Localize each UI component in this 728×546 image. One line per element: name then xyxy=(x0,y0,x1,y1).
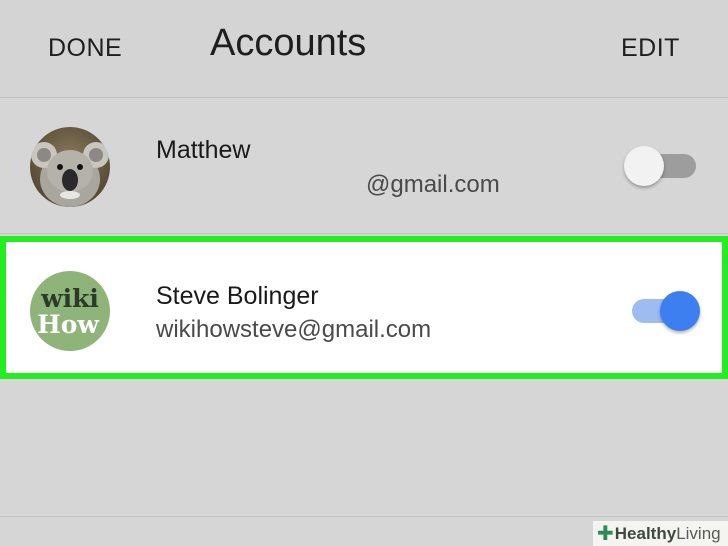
toggle-knob xyxy=(624,146,664,186)
page-title: Accounts xyxy=(210,22,367,64)
account-toggle-off[interactable] xyxy=(624,141,698,191)
divider xyxy=(0,516,728,517)
watermark-logo: ✚ Healthy Living xyxy=(593,521,728,546)
watermark-word-2: Living xyxy=(676,523,721,543)
account-name: Steve Bolinger xyxy=(156,282,319,310)
plus-icon: ✚ xyxy=(597,523,614,545)
done-button[interactable]: DONE xyxy=(48,34,122,63)
watermark-word-1: Healthy xyxy=(614,523,677,543)
account-email: @gmail.com xyxy=(366,171,500,198)
app-header: DONE Accounts EDIT xyxy=(0,0,728,98)
account-toggle-on[interactable] xyxy=(628,286,702,336)
account-name: Matthew xyxy=(156,136,251,164)
wikihow-logo-avatar: wiki How xyxy=(30,271,110,351)
koala-avatar xyxy=(30,127,110,207)
logo-text-how: How xyxy=(37,310,100,339)
toggle-knob xyxy=(660,291,700,331)
logo-text-wiki: wiki xyxy=(40,284,99,313)
account-row-matthew[interactable]: Matthew @gmail.com xyxy=(0,98,728,234)
account-row-steve[interactable]: wiki How Steve Bolinger wikihowsteve@gma… xyxy=(0,236,728,379)
edit-button[interactable]: EDIT xyxy=(621,34,680,63)
account-email: wikihowsteve@gmail.com xyxy=(156,316,432,343)
